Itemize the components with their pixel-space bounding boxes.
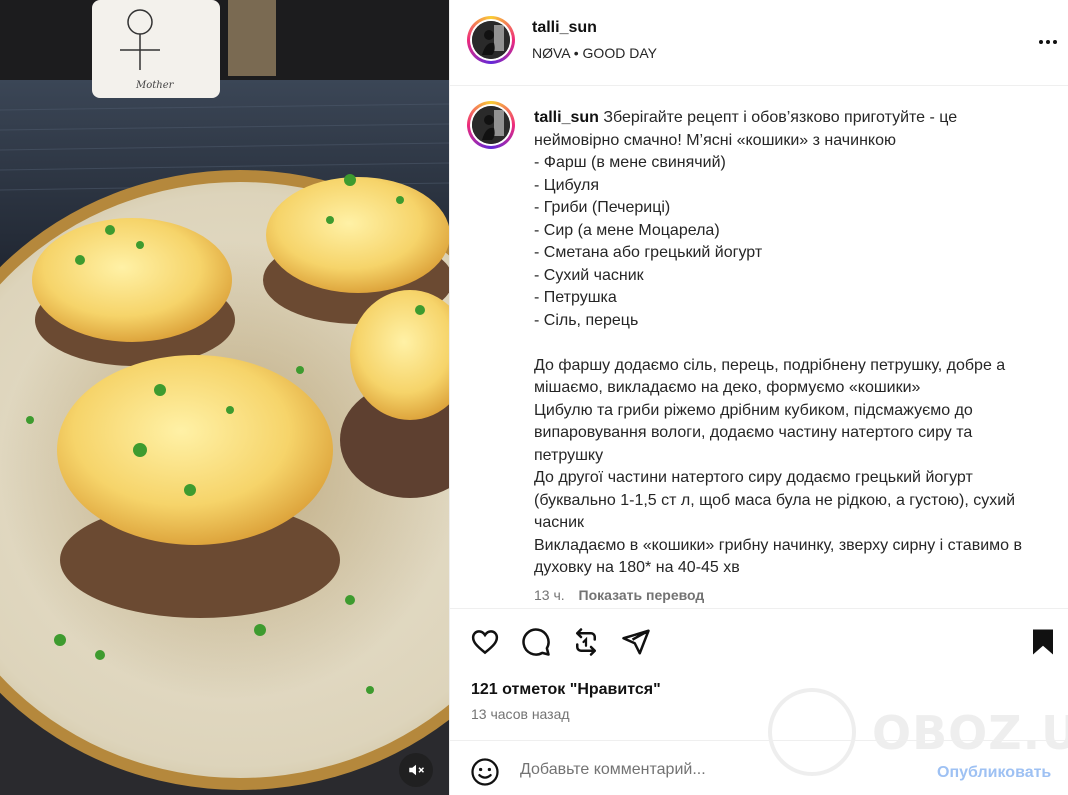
caption-text: Зберігайте рецепт і обов’язково приготуй…	[534, 109, 1022, 576]
audio-track[interactable]: NØVA • GOOD DAY	[532, 45, 657, 61]
send-icon[interactable]	[621, 627, 651, 657]
caption-section: talli_sun Зберігайте рецепт і обов’язков…	[450, 87, 1068, 607]
three-dots-icon[interactable]	[1036, 30, 1060, 54]
publish-comment-button[interactable]: Опубликовать	[937, 764, 1051, 782]
mute-button[interactable]	[399, 753, 433, 787]
comment-icon[interactable]	[521, 627, 551, 657]
post-time-long: 13 часов назад	[471, 706, 570, 722]
caption-meta: 13 ч. Показать перевод	[534, 587, 704, 603]
avatar-silhouette-icon	[472, 21, 510, 59]
action-bar: 121 отметок "Нравится" 13 часов назад	[450, 608, 1068, 738]
bookmark-icon[interactable]	[1028, 627, 1058, 657]
food-photo-image: Mother	[0, 0, 449, 790]
translate-link[interactable]: Показать перевод	[579, 587, 705, 603]
comment-input[interactable]	[520, 755, 920, 785]
avatar-silhouette-icon	[472, 106, 510, 144]
caption-avatar[interactable]	[467, 101, 515, 149]
post-side-panel: talli_sun NØVA • GOOD DAY talli_sun Збер…	[449, 0, 1068, 795]
post-caption: talli_sun Зберігайте рецепт і обов’язков…	[534, 107, 1044, 580]
emoji-icon[interactable]	[470, 757, 500, 787]
comment-bar: Опубликовать	[450, 740, 1068, 795]
svg-text:Mother: Mother	[135, 80, 175, 91]
likes-count[interactable]: 121 отметок "Нравится"	[471, 681, 661, 699]
speaker-muted-icon	[409, 764, 425, 776]
post-photo[interactable]: Mother	[0, 0, 449, 795]
author-avatar[interactable]	[467, 16, 515, 64]
repost-icon[interactable]	[571, 627, 601, 657]
heart-icon[interactable]	[470, 627, 500, 657]
post-time-short: 13 ч.	[534, 587, 565, 603]
author-username[interactable]: talli_sun	[532, 19, 597, 37]
post-header: talli_sun NØVA • GOOD DAY	[450, 0, 1068, 86]
caption-username[interactable]: talli_sun	[534, 109, 599, 126]
